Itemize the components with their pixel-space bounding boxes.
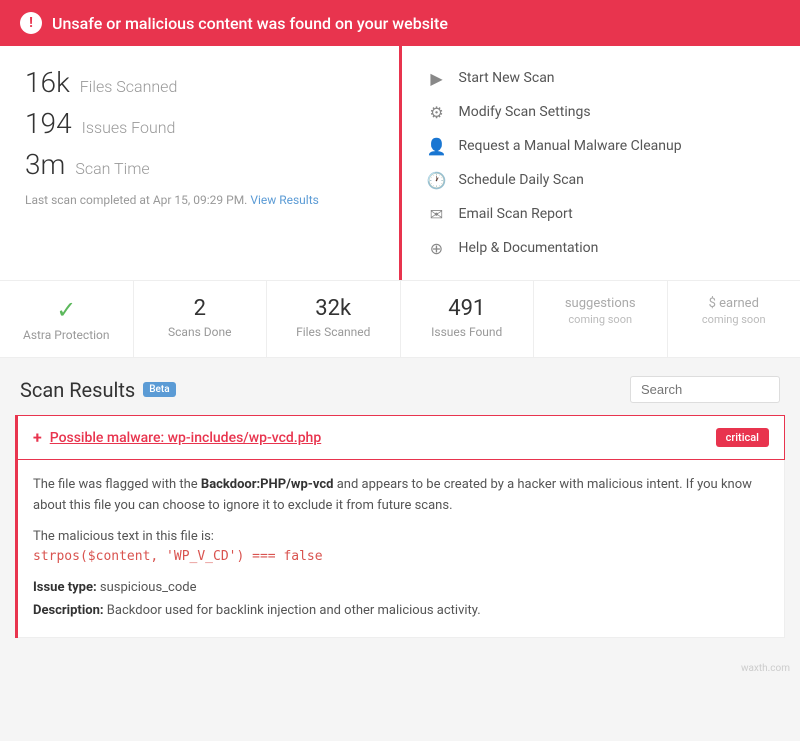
- beta-badge: Beta: [143, 382, 175, 397]
- malicious-label: The malicious text in this file is:: [33, 529, 769, 544]
- metric-value: 491: [411, 296, 524, 321]
- critical-badge: critical: [716, 428, 769, 447]
- metric-item: $ earned coming soon: [668, 281, 800, 357]
- action-icon: ⚙: [427, 102, 447, 122]
- action-icon: ▶: [427, 68, 447, 88]
- metric-label: coming soon: [678, 313, 791, 326]
- metric-item: ✓ Astra Protection: [0, 281, 134, 357]
- issues-found-row: 194 Issues Found: [25, 107, 374, 140]
- stats-right: ▶ Start New Scan ⚙ Modify Scan Settings 👤 Req…: [402, 46, 800, 280]
- action-item[interactable]: ▶ Start New Scan: [427, 61, 776, 95]
- files-scanned-number: 16k: [25, 66, 70, 99]
- issue-filename[interactable]: Possible malware: wp-includes/wp-vcd.php: [50, 430, 322, 446]
- metric-label: coming soon: [544, 313, 657, 326]
- action-icon: 👤: [427, 136, 447, 156]
- action-icon: 🕐: [427, 170, 447, 190]
- scan-results-header: Scan Results Beta: [0, 358, 800, 415]
- action-item[interactable]: ⊕ Help & Documentation: [427, 231, 776, 265]
- action-icon: ⊕: [427, 238, 447, 258]
- issue-card: + Possible malware: wp-includes/wp-vcd.p…: [15, 415, 785, 638]
- issue-title-left: + Possible malware: wp-includes/wp-vcd.p…: [33, 428, 321, 447]
- alert-text: Unsafe or malicious content was found on…: [52, 14, 448, 33]
- scan-results-heading: Scan Results: [20, 378, 135, 402]
- scan-time-label: Scan Time: [75, 159, 149, 178]
- stats-card: 16k Files Scanned 194 Issues Found 3m Sc…: [0, 46, 800, 281]
- issue-body: The file was flagged with the Backdoor:P…: [18, 460, 785, 638]
- metric-value: $ earned: [678, 296, 791, 311]
- plus-icon: +: [33, 428, 42, 447]
- metric-value: ✓: [10, 296, 123, 324]
- action-item[interactable]: ✉ Email Scan Report: [427, 197, 776, 231]
- metric-value: 32k: [277, 296, 390, 321]
- files-scanned-label: Files Scanned: [80, 77, 178, 96]
- metric-item: 2 Scans Done: [134, 281, 268, 357]
- search-input[interactable]: [630, 376, 780, 403]
- action-label: Help & Documentation: [459, 240, 599, 256]
- metric-label: Issues Found: [411, 325, 524, 339]
- view-results-link[interactable]: View Results: [250, 193, 319, 207]
- metric-label: Scans Done: [144, 325, 257, 339]
- action-icon: ✉: [427, 204, 447, 224]
- scan-time-row: 3m Scan Time: [25, 148, 374, 181]
- watermark: waxth.com: [0, 658, 800, 679]
- action-item[interactable]: 👤 Request a Manual Malware Cleanup: [427, 129, 776, 163]
- code-snippet: strpos($content, 'WP_V_CD') === false: [33, 549, 769, 564]
- metric-label: Astra Protection: [10, 328, 123, 342]
- issues-found-number: 194: [25, 107, 72, 140]
- action-item[interactable]: ⚙ Modify Scan Settings: [427, 95, 776, 129]
- scan-results-title: Scan Results Beta: [20, 378, 176, 402]
- metrics-bar: ✓ Astra Protection 2 Scans Done 32k Files Sca…: [0, 281, 800, 358]
- stats-left: 16k Files Scanned 194 Issues Found 3m Sc…: [0, 46, 402, 280]
- scan-time-number: 3m: [25, 148, 65, 181]
- alert-icon: !: [20, 12, 42, 34]
- metric-item: suggestions coming soon: [534, 281, 668, 357]
- action-label: Start New Scan: [459, 70, 555, 86]
- alert-banner: ! Unsafe or malicious content was found …: [0, 0, 800, 46]
- last-scan: Last scan completed at Apr 15, 09:29 PM.…: [25, 193, 374, 207]
- metric-value: suggestions: [544, 296, 657, 311]
- metric-label: Files Scanned: [277, 325, 390, 339]
- action-label: Request a Manual Malware Cleanup: [459, 138, 682, 154]
- action-label: Email Scan Report: [459, 206, 573, 222]
- issue-meta: Issue type: suspicious_code Description:…: [33, 576, 769, 623]
- action-item[interactable]: 🕐 Schedule Daily Scan: [427, 163, 776, 197]
- action-label: Schedule Daily Scan: [459, 172, 584, 188]
- files-scanned-row: 16k Files Scanned: [25, 66, 374, 99]
- metric-item: 32k Files Scanned: [267, 281, 401, 357]
- metric-item: 491 Issues Found: [401, 281, 535, 357]
- issue-header: + Possible malware: wp-includes/wp-vcd.p…: [18, 415, 785, 460]
- issue-description: The file was flagged with the Backdoor:P…: [33, 475, 769, 517]
- action-label: Modify Scan Settings: [459, 104, 591, 120]
- metric-value: 2: [144, 296, 257, 321]
- issues-found-label: Issues Found: [82, 118, 176, 137]
